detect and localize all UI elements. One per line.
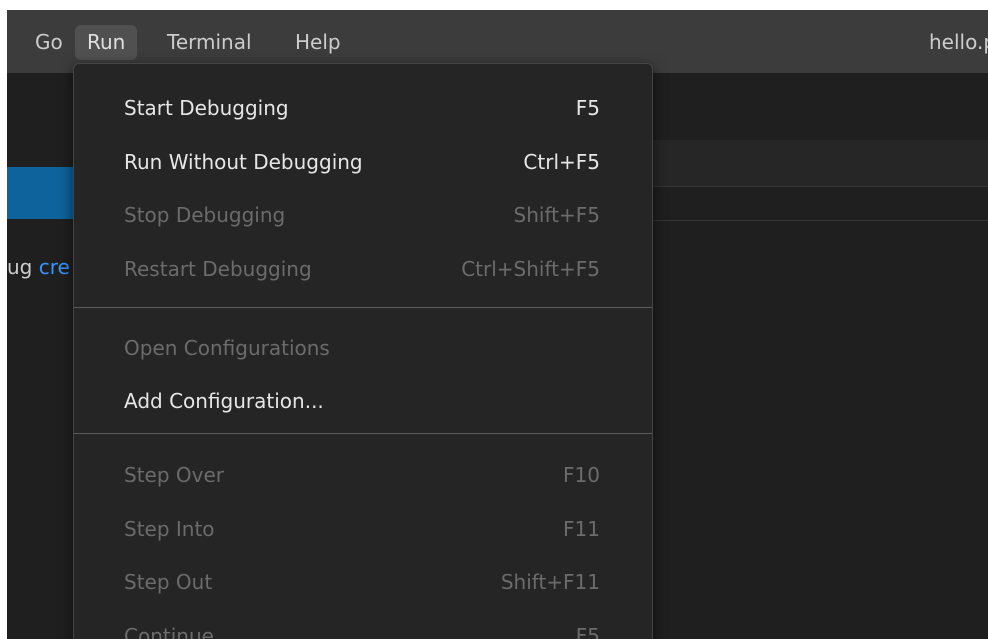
menu-item-label: Step Over: [124, 463, 224, 487]
menu-item-shortcut: Ctrl+Shift+F5: [461, 257, 600, 281]
menu-item-shortcut: F5: [575, 96, 600, 120]
explorer-selected-item[interactable]: [7, 167, 73, 219]
menu-item-label: Start Debugging: [124, 96, 289, 120]
menu-item-add-configuration[interactable]: Add Configuration...: [74, 377, 652, 425]
menu-item-shortcut: Ctrl+F5: [523, 150, 600, 174]
menu-run[interactable]: Run: [75, 25, 138, 60]
editor-tab-strip: [647, 140, 988, 187]
run-menu-dropdown: Start Debugging F5 Run Without Debugging…: [73, 63, 653, 639]
menu-item-label: Step Out: [124, 570, 213, 594]
editor-divider: [647, 220, 988, 221]
menu-separator: [74, 307, 652, 308]
menu-item-label: Restart Debugging: [124, 257, 312, 281]
menu-item-start-debugging[interactable]: Start Debugging F5: [74, 84, 652, 132]
menu-item-step-into[interactable]: Step Into F11: [74, 505, 652, 553]
menu-item-restart-debugging[interactable]: Restart Debugging Ctrl+Shift+F5: [74, 245, 652, 293]
menu-item-shortcut: Shift+F5: [513, 203, 600, 227]
menu-item-label: Step Into: [124, 517, 215, 541]
menu-item-shortcut: F11: [563, 517, 600, 541]
menu-item-label: Open Configurations: [124, 336, 330, 360]
menu-item-continue[interactable]: Continue F5: [74, 612, 652, 639]
menu-terminal[interactable]: Terminal: [155, 25, 264, 60]
menu-item-open-configurations[interactable]: Open Configurations: [74, 324, 652, 372]
menu-item-shortcut: Shift+F11: [500, 570, 600, 594]
menu-item-run-without-debugging[interactable]: Run Without Debugging Ctrl+F5: [74, 138, 652, 186]
vscode-window: Go Run Terminal Help hello.p ug cre Star…: [7, 10, 988, 639]
window-title: hello.p: [929, 30, 988, 54]
menu-separator: [74, 433, 652, 434]
menu-item-stop-debugging[interactable]: Stop Debugging Shift+F5: [74, 191, 652, 239]
background-text-prefix: ug: [7, 255, 33, 279]
menu-go[interactable]: Go: [23, 25, 75, 60]
menu-item-step-out[interactable]: Step Out Shift+F11: [74, 558, 652, 606]
menu-item-label: Stop Debugging: [124, 203, 286, 227]
background-link[interactable]: cre: [39, 255, 70, 279]
menu-item-label: Add Configuration...: [124, 389, 324, 413]
menu-item-step-over[interactable]: Step Over F10: [74, 451, 652, 499]
menu-item-shortcut: F10: [563, 463, 600, 487]
menu-item-label: Continue: [124, 624, 214, 639]
background-text: ug cre: [7, 255, 70, 279]
menu-item-shortcut: F5: [575, 624, 600, 639]
menu-item-label: Run Without Debugging: [124, 150, 363, 174]
menu-help[interactable]: Help: [283, 25, 353, 60]
